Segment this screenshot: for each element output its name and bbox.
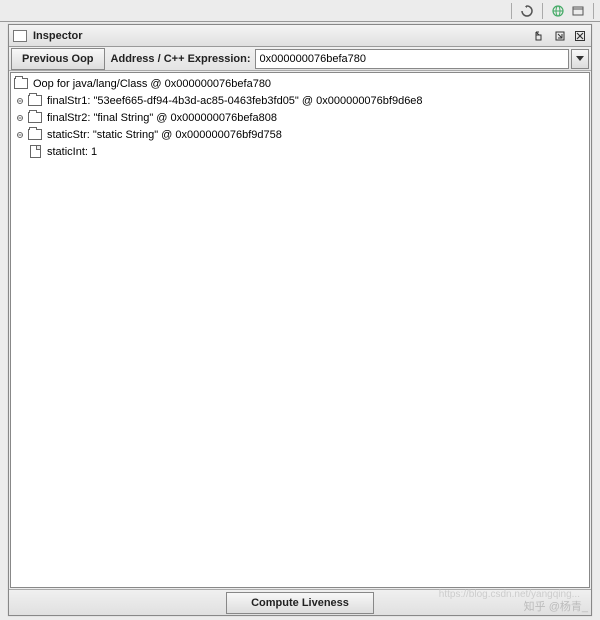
tree-node-label: Oop for java/lang/Class @ 0x000000076bef…	[33, 78, 271, 90]
folder-icon	[27, 95, 43, 107]
tree-child-row[interactable]: finalStr2: "final String" @ 0x000000076b…	[11, 109, 589, 126]
dropdown-button[interactable]	[571, 49, 589, 69]
bottom-bar: Compute Liveness	[9, 589, 591, 615]
refresh-icon[interactable]	[520, 4, 534, 18]
tree-root-row[interactable]: Oop for java/lang/Class @ 0x000000076bef…	[11, 75, 589, 92]
tree-node-label: staticInt: 1	[47, 146, 97, 158]
inspector-window: Inspector Previous Oop Address / C++ Exp…	[8, 24, 592, 616]
tree-node-label: finalStr1: "53eef665-df94-4b3d-ac85-0463…	[47, 95, 423, 107]
folder-icon	[13, 78, 29, 90]
expand-toggle-icon[interactable]	[15, 130, 25, 140]
address-label: Address / C++ Expression:	[107, 53, 255, 65]
folder-icon	[27, 112, 43, 124]
tree-node-label: staticStr: "static String" @ 0x000000076…	[47, 129, 282, 141]
separator	[593, 3, 594, 19]
expand-toggle-icon[interactable]	[15, 113, 25, 123]
maximize-icon[interactable]	[553, 29, 567, 43]
tree-node-label: finalStr2: "final String" @ 0x000000076b…	[47, 112, 277, 124]
compute-liveness-button[interactable]: Compute Liveness	[226, 592, 374, 614]
window-title: Inspector	[33, 30, 533, 42]
minimize-icon[interactable]	[533, 29, 547, 43]
tree-child-row[interactable]: staticStr: "static String" @ 0x000000076…	[11, 126, 589, 143]
window-frame-icon	[13, 30, 27, 42]
document-icon	[27, 146, 43, 158]
title-bar: Inspector	[9, 25, 591, 47]
tree-child-row[interactable]: finalStr1: "53eef665-df94-4b3d-ac85-0463…	[11, 92, 589, 109]
parent-toolbar	[0, 0, 600, 22]
window-icon[interactable]	[571, 4, 585, 18]
previous-oop-button[interactable]: Previous Oop	[11, 48, 105, 70]
separator	[542, 3, 543, 19]
expand-toggle-icon[interactable]	[15, 96, 25, 106]
tree-child-row[interactable]: staticInt: 1	[11, 143, 589, 160]
address-input[interactable]	[255, 49, 569, 69]
folder-icon	[27, 129, 43, 141]
close-icon[interactable]	[573, 29, 587, 43]
tree-view[interactable]: Oop for java/lang/Class @ 0x000000076bef…	[10, 72, 590, 588]
globe-icon[interactable]	[551, 4, 565, 18]
toolbar: Previous Oop Address / C++ Expression:	[9, 47, 591, 71]
separator	[511, 3, 512, 19]
